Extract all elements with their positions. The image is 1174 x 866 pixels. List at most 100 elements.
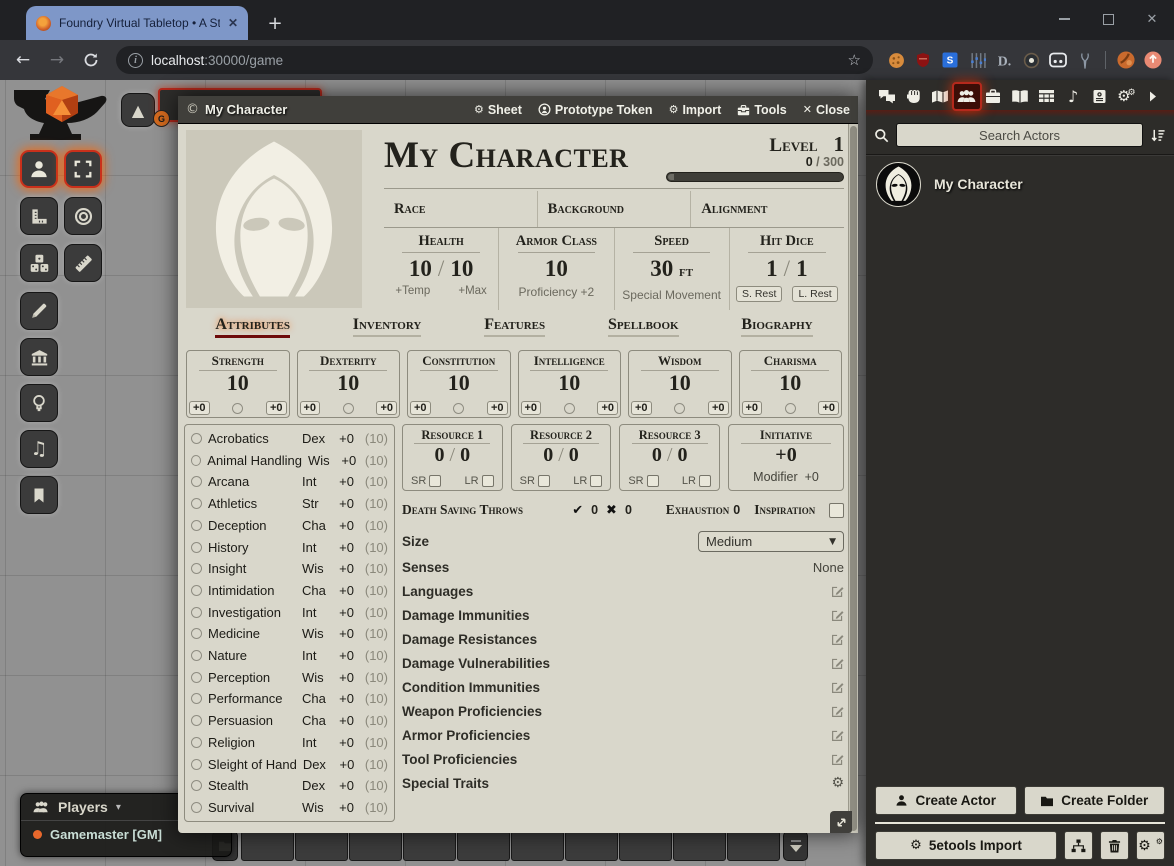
ability-score[interactable]: 10 [337, 371, 359, 394]
macro-slot[interactable] [241, 831, 294, 861]
inspiration-checkbox[interactable] [829, 503, 844, 518]
skill-proficiency-radio[interactable] [191, 455, 201, 466]
sheet-window-header[interactable]: © My Character ⚙Sheet Prototype Token ⚙I… [178, 96, 858, 124]
background-field[interactable]: Background [538, 191, 692, 227]
ability-modifier[interactable]: +0 [631, 401, 652, 415]
save-proficiency-radio[interactable] [785, 403, 796, 414]
save-proficiency-radio[interactable] [564, 403, 575, 414]
death-failure-icon[interactable]: ✖ [606, 503, 617, 518]
death-success-count[interactable]: 0 [587, 503, 602, 517]
alignment-field[interactable]: Alignment [691, 191, 844, 227]
initiative-value[interactable]: +0 [775, 444, 796, 467]
tab-close-icon[interactable]: ✕ [228, 16, 238, 30]
ability-name[interactable]: Charisma [764, 353, 817, 369]
skill-proficiency-radio[interactable] [191, 693, 202, 704]
ability-save[interactable]: +0 [818, 401, 839, 415]
ability-modifier[interactable]: +0 [410, 401, 431, 415]
skill-proficiency-radio[interactable] [191, 498, 202, 509]
skill-row[interactable]: Acrobatics Dex +0 (10) [191, 428, 388, 449]
skill-row[interactable]: Medicine Wis +0 (10) [191, 623, 388, 644]
ability-modifier[interactable]: +0 [189, 401, 210, 415]
sound-controls-button[interactable]: ♫ [20, 430, 58, 468]
skill-row[interactable]: Survival Wis +0 (10) [191, 797, 388, 818]
tab-items[interactable] [980, 84, 1006, 109]
window-minimize-button[interactable] [1042, 0, 1086, 38]
size-select[interactable]: Medium ▼ [698, 531, 844, 552]
skill-row[interactable]: Sleight of Hand Dex +0 (10) [191, 754, 388, 775]
skill-proficiency-radio[interactable] [191, 542, 202, 553]
death-failure-count[interactable]: 0 [621, 503, 636, 517]
edit-trait-icon[interactable] [831, 609, 844, 622]
ability-score[interactable]: 10 [227, 371, 249, 394]
site-info-icon[interactable]: i [128, 53, 143, 68]
tab-spellbook[interactable]: Spellbook [608, 316, 679, 337]
folder-tree-button[interactable] [1064, 831, 1093, 860]
skill-proficiency-radio[interactable] [191, 759, 202, 770]
exhaustion-value[interactable]: 0 [729, 503, 754, 517]
foundry-anvil-logo[interactable] [4, 82, 120, 148]
sr-checkbox[interactable] [647, 475, 659, 487]
ability-name[interactable]: Wisdom [658, 353, 702, 369]
profile-avatar[interactable] [1117, 51, 1135, 69]
measure-controls-button[interactable] [20, 197, 58, 235]
tab-compendium[interactable] [1087, 84, 1113, 109]
import-button[interactable]: ⚙Import [669, 103, 722, 117]
macro-slot[interactable] [403, 831, 456, 861]
skill-proficiency-radio[interactable] [191, 650, 202, 661]
tile-controls-button[interactable] [20, 338, 58, 376]
sheet-resize-handle[interactable] [830, 811, 852, 833]
death-success-icon[interactable]: ✔ [572, 503, 583, 518]
skill-row[interactable]: Nature Int +0 (10) [191, 645, 388, 666]
search-actors-input[interactable] [896, 123, 1143, 147]
long-rest-button[interactable]: L. Rest [792, 286, 837, 302]
sr-checkbox[interactable] [429, 475, 441, 487]
skill-row[interactable]: Intimidation Cha +0 (10) [191, 580, 388, 601]
character-portrait[interactable] [186, 130, 362, 308]
skill-proficiency-radio[interactable] [191, 433, 202, 444]
close-button[interactable]: ✕Close [803, 103, 850, 117]
tab-tables[interactable] [1034, 84, 1060, 109]
ublock-extension-icon[interactable] [914, 51, 932, 69]
tools-button[interactable]: Tools [737, 103, 786, 117]
ability-modifier[interactable]: +0 [300, 401, 321, 415]
hit-dice-value[interactable]: 1/1 [766, 256, 807, 282]
ability-score[interactable]: 10 [448, 371, 470, 394]
hp-value[interactable]: 10/10 [409, 256, 473, 282]
actor-list-item[interactable]: My Character [866, 155, 1174, 213]
bookmark-star-icon[interactable]: ☆ [848, 51, 861, 69]
ability-modifier[interactable]: +0 [742, 401, 763, 415]
save-proficiency-radio[interactable] [453, 403, 464, 414]
macro-slot[interactable] [349, 831, 402, 861]
race-field[interactable]: Race [384, 191, 538, 227]
tab-features[interactable]: Features [484, 316, 545, 337]
ac-value[interactable]: 10 [545, 256, 568, 282]
resource-label[interactable]: Resource 2 [530, 428, 592, 443]
edit-trait-icon[interactable] [831, 681, 844, 694]
ability-name[interactable]: Strength [212, 353, 264, 369]
tab-attributes[interactable]: Attributes [215, 316, 290, 338]
skill-row[interactable]: Arcana Int +0 (10) [191, 471, 388, 492]
dice-roller-button[interactable] [20, 244, 58, 282]
edit-trait-icon[interactable] [831, 753, 844, 766]
skill-proficiency-radio[interactable] [191, 715, 202, 726]
sidebar-collapse-icon[interactable] [1140, 84, 1166, 109]
tab-actors[interactable] [954, 84, 980, 109]
tab-scenes[interactable] [927, 84, 953, 109]
ruler-tool-button[interactable] [64, 244, 102, 282]
temp-hp-field[interactable]: +Temp [395, 285, 430, 297]
window-maximize-button[interactable] [1086, 0, 1130, 38]
edit-trait-icon[interactable] [831, 585, 844, 598]
initiative-modifier[interactable]: Modifier +0 [753, 470, 819, 487]
tab-playlists[interactable]: ♪ [1060, 84, 1086, 109]
skill-proficiency-radio[interactable] [191, 563, 202, 574]
window-close-button[interactable]: ✕ [1130, 0, 1174, 38]
hotbar-page-button[interactable] [783, 831, 808, 861]
skill-proficiency-radio[interactable] [191, 585, 202, 596]
resource-label[interactable]: Resource 3 [639, 428, 701, 443]
character-name[interactable]: My Character [384, 128, 666, 184]
initiative-label[interactable]: Initiative [760, 428, 812, 443]
skill-proficiency-radio[interactable] [191, 628, 202, 639]
ability-save[interactable]: +0 [487, 401, 508, 415]
resource-value[interactable]: 0/0 [543, 444, 579, 466]
skill-row[interactable]: Perception Wis +0 (10) [191, 667, 388, 688]
